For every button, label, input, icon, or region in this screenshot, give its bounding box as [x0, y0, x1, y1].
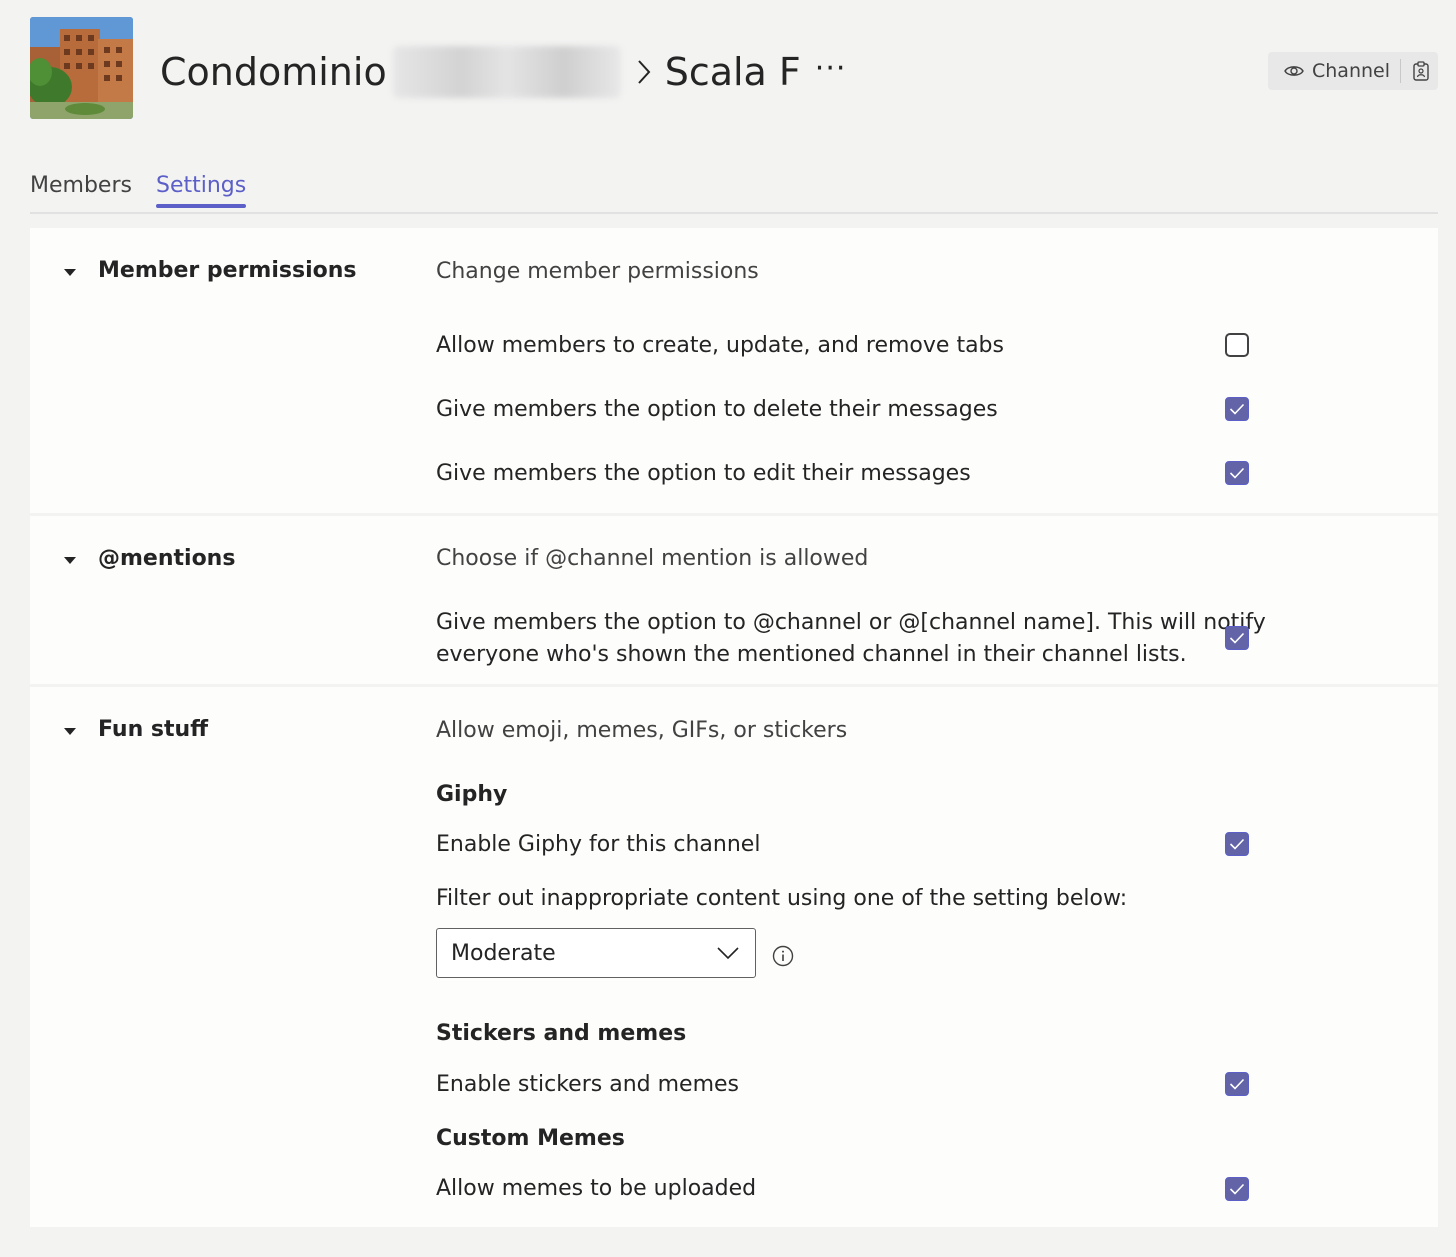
channel-info-button[interactable]: Channel — [1268, 52, 1438, 90]
section-title: Fun stuff — [98, 717, 209, 742]
selected-value: Moderate — [451, 940, 556, 966]
checkmark-icon — [1229, 632, 1245, 644]
section-description: Choose if @channel mention is allowed — [436, 546, 869, 571]
fun-stuff-section: Fun stuff Allow emoji, memes, GIFs, or s… — [30, 687, 1438, 1227]
team-name[interactable]: Condominio — [160, 50, 387, 94]
option-label: Give members the option to edit their me… — [436, 461, 971, 486]
section-title: @mentions — [98, 546, 236, 571]
member-permissions-header[interactable]: Member permissions — [64, 258, 357, 283]
giphy-rating-select[interactable]: Moderate — [436, 928, 756, 978]
section-description: Change member permissions — [436, 259, 759, 284]
option-label: Give members the option to @channel or @… — [436, 607, 1266, 671]
channel-button-label: Channel — [1312, 60, 1391, 82]
option-label: Allow memes to be uploaded — [436, 1176, 757, 1201]
more-options-button[interactable]: ··· — [815, 51, 847, 86]
option-label: Enable Giphy for this channel — [436, 832, 761, 857]
custom-memes-title: Custom Memes — [436, 1126, 625, 1151]
channel-mention-checkbox[interactable] — [1225, 626, 1249, 650]
channel-header: Condominio Scala F ··· Channel — [0, 0, 1456, 140]
option-label: Enable stickers and memes — [436, 1072, 739, 1097]
delete-messages-checkbox[interactable] — [1225, 397, 1249, 421]
option-label: Give members the option to delete their … — [436, 397, 998, 422]
option-label-line1: Give members the option to @channel or @… — [436, 610, 1266, 635]
section-description: Allow emoji, memes, GIFs, or stickers — [436, 718, 848, 743]
tab-members[interactable]: Members — [30, 173, 132, 198]
clipboard-icon[interactable] — [1413, 61, 1429, 81]
chevron-down-icon — [717, 947, 739, 960]
tab-settings[interactable]: Settings — [156, 173, 247, 208]
checkmark-icon — [1229, 403, 1245, 415]
member-permissions-section: Member permissions Change member permiss… — [30, 228, 1438, 513]
breadcrumb: Condominio Scala F ··· — [160, 44, 846, 100]
stickers-checkbox[interactable] — [1225, 1072, 1249, 1096]
channel-name: Scala F — [664, 50, 801, 94]
giphy-title: Giphy — [436, 782, 508, 807]
edit-messages-checkbox[interactable] — [1225, 461, 1249, 485]
fun-stuff-header[interactable]: Fun stuff — [64, 717, 208, 742]
custom-memes-checkbox[interactable] — [1225, 1177, 1249, 1201]
option-label-line2: everyone who's shown the mentioned chann… — [436, 642, 1187, 667]
checkmark-icon — [1229, 1183, 1245, 1195]
checkmark-icon — [1229, 467, 1245, 479]
allow-tabs-checkbox[interactable] — [1225, 333, 1249, 357]
giphy-checkbox[interactable] — [1225, 832, 1249, 856]
redacted-team-name — [392, 46, 621, 98]
caret-down-icon[interactable] — [64, 727, 76, 735]
checkmark-icon — [1229, 838, 1245, 850]
checkmark-icon — [1229, 1078, 1245, 1090]
chevron-right-icon — [637, 59, 651, 85]
info-icon[interactable] — [772, 945, 794, 967]
caret-down-icon[interactable] — [64, 268, 76, 276]
caret-down-icon[interactable] — [64, 556, 76, 564]
divider — [1400, 59, 1402, 83]
mentions-header[interactable]: @mentions — [64, 546, 235, 571]
team-avatar[interactable] — [30, 17, 133, 119]
eye-icon — [1284, 64, 1304, 78]
section-title: Member permissions — [98, 258, 357, 283]
stickers-title: Stickers and memes — [436, 1021, 687, 1046]
option-label: Allow members to create, update, and rem… — [436, 333, 1004, 358]
filter-label: Filter out inappropriate content using o… — [436, 886, 1128, 911]
tab-bar: Members Settings — [30, 170, 1438, 214]
mentions-section: @mentions Choose if @channel mention is … — [30, 516, 1438, 684]
